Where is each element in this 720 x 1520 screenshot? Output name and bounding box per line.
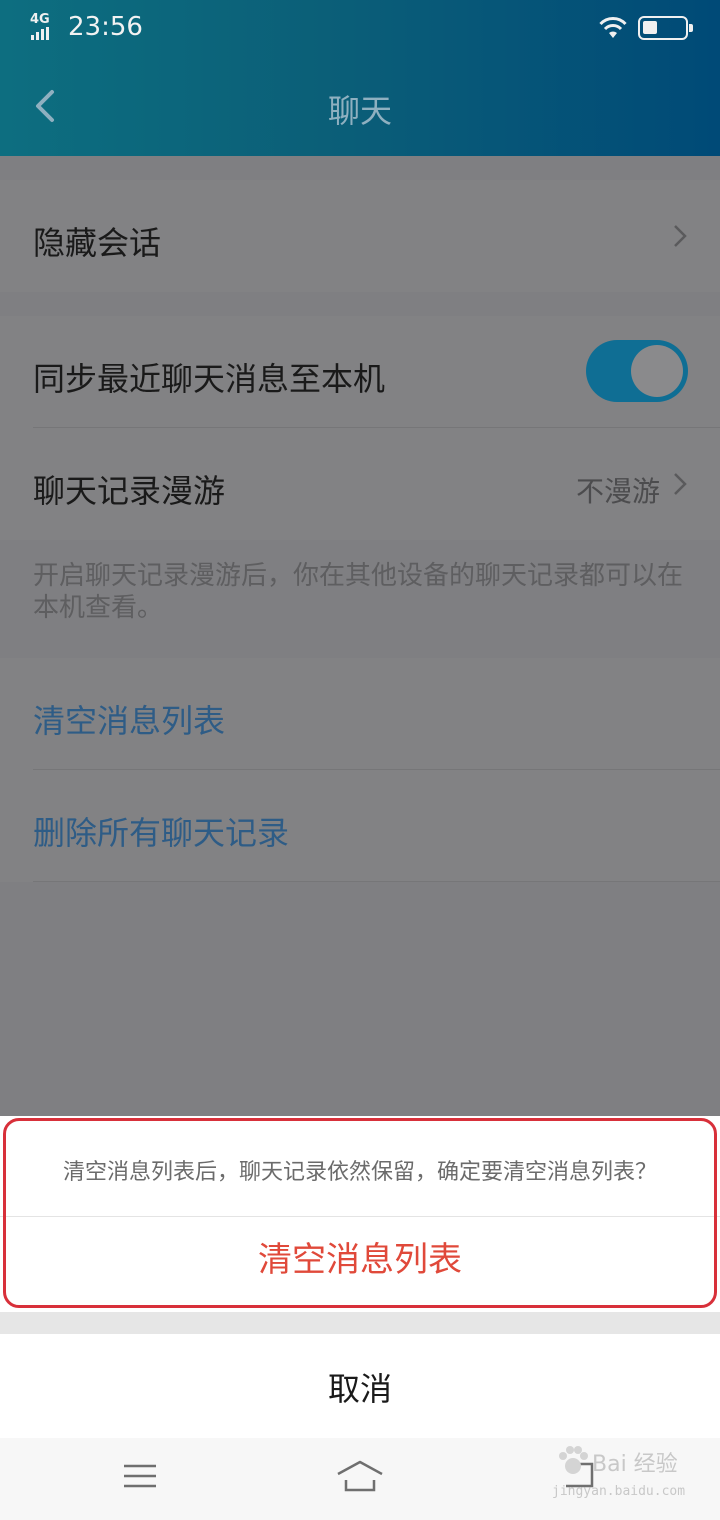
roaming-row[interactable]: 聊天记录漫游 不漫游: [0, 428, 720, 540]
app-header: 4G 23:56 聊天: [0, 0, 720, 156]
watermark: Bai 经验 jingyan.baidu.com: [552, 1440, 712, 1504]
network-type: 4G: [30, 12, 50, 27]
clear-list-row[interactable]: 清空消息列表: [0, 658, 720, 770]
cancel-button[interactable]: 取消: [0, 1334, 720, 1438]
home-icon[interactable]: [336, 1454, 384, 1498]
roaming-value: 不漫游: [575, 475, 660, 508]
cancel-label: 取消: [327, 1370, 392, 1408]
battery-level: [643, 21, 657, 34]
sync-row: 同步最近聊天消息至本机: [0, 316, 720, 428]
paw-icon: [559, 1446, 588, 1474]
battery-icon: [638, 16, 693, 40]
status-time: 23:56: [68, 12, 143, 42]
hidden-chats-label: 隐藏会话: [33, 224, 162, 262]
cellular-signal-icon: 4G: [30, 12, 58, 40]
roaming-label: 聊天记录漫游: [33, 472, 226, 510]
watermark-text: Bai 经验: [592, 1452, 678, 1477]
divider: [33, 881, 720, 882]
chevron-right-icon: [674, 225, 687, 247]
settings-content: 隐藏会话 同步最近聊天消息至本机 聊天记录漫游 不漫游 开启聊天记录漫游后，你在…: [0, 156, 720, 1116]
highlight-annotation: [3, 1118, 717, 1308]
page-title: 聊天: [327, 92, 392, 130]
sync-toggle[interactable]: [586, 340, 688, 402]
chevron-right-icon: [674, 473, 687, 495]
sheet-separator: [0, 1312, 720, 1334]
wifi-icon: [599, 17, 627, 38]
delete-all-row[interactable]: 删除所有聊天记录: [0, 770, 720, 882]
watermark-url: jingyan.baidu.com: [552, 1484, 686, 1499]
hidden-chats-row[interactable]: 隐藏会话: [0, 180, 720, 292]
menu-icon[interactable]: [118, 1454, 162, 1498]
toggle-knob: [631, 345, 683, 397]
screen: 4G 23:56 聊天 隐藏会话 同步最近聊天消息至本机 聊天记录漫游 不漫游 …: [0, 0, 720, 1520]
sync-label: 同步最近聊天消息至本机: [33, 360, 386, 398]
clear-list-label: 清空消息列表: [33, 702, 226, 740]
roaming-hint: 开启聊天记录漫游后，你在其他设备的聊天记录都可以在本机查看。: [33, 561, 684, 623]
status-bar: 4G 23:56: [0, 0, 720, 60]
delete-all-label: 删除所有聊天记录: [33, 814, 290, 852]
